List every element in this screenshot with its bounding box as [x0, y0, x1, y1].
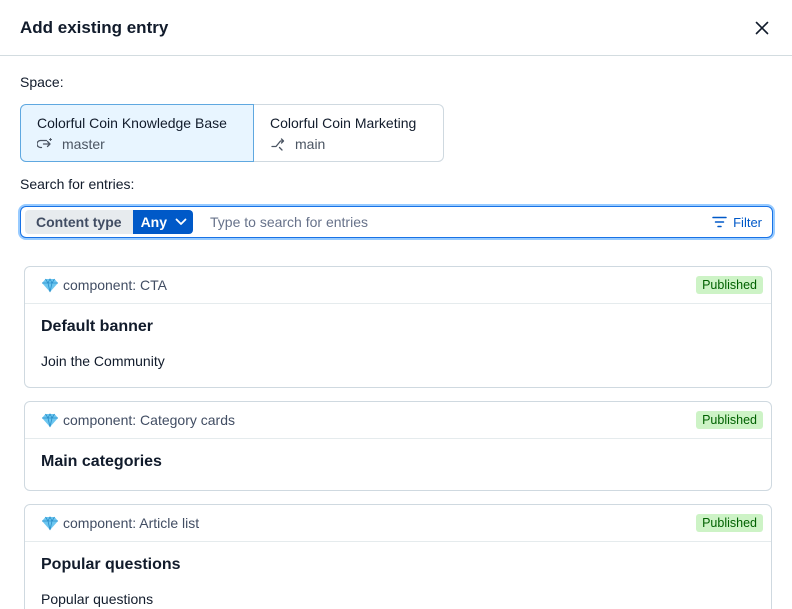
environment-alias-icon [37, 137, 53, 149]
status-badge: Published [696, 411, 763, 429]
environment-name: main [295, 136, 326, 152]
content-type-label: Content type [25, 210, 133, 234]
entry-title: Default banner [41, 318, 154, 335]
status-badge: Published [696, 514, 763, 532]
entry-title: Popular questions [41, 556, 181, 573]
entry-content-type: component: Article list [63, 515, 200, 531]
filter-label: Filter [733, 214, 762, 230]
dialog-header: Add existing entry [0, 0, 792, 56]
entry-description: Join the Community [41, 353, 165, 369]
diamond-icon [42, 277, 58, 292]
entry-content-type: component: CTA [63, 277, 168, 293]
space-label: Space: [20, 74, 64, 90]
entry-title: Main categories [41, 453, 162, 470]
space-tab-marketing[interactable]: Colorful Coin Marketing main [254, 104, 444, 162]
entry-description: Popular questions [41, 591, 154, 607]
space-selector: Colorful Coin Knowledge Base master Colo… [20, 104, 444, 162]
entry-card[interactable]: component: Article list Published Popula… [24, 504, 772, 609]
entry-card[interactable]: component: CTA Published Default banner … [24, 266, 772, 388]
environment-branch-icon [271, 138, 285, 151]
space-name: Colorful Coin Knowledge Base [37, 115, 227, 131]
content-type-value: Any [140, 214, 168, 230]
content-type-pill: Content type Any [25, 210, 194, 234]
environment-name: master [62, 136, 105, 152]
diamond-icon [42, 412, 58, 427]
search-bar: Content type Any Filter [20, 206, 773, 238]
close-icon [755, 21, 769, 34]
content-type-dropdown[interactable]: Any [132, 210, 194, 234]
search-input[interactable] [210, 214, 713, 230]
entry-card[interactable]: component: Category cards Published Main… [24, 401, 772, 491]
diamond-icon [42, 515, 58, 530]
space-name: Colorful Coin Marketing [270, 115, 417, 131]
filter-button[interactable]: Filter [712, 215, 762, 230]
entry-content-type: component: Category cards [63, 412, 235, 428]
dialog-title: Add existing entry [20, 17, 169, 37]
space-tab-knowledge-base[interactable]: Colorful Coin Knowledge Base master [20, 104, 254, 162]
close-button[interactable] [750, 16, 774, 40]
chevron-down-icon [175, 218, 187, 225]
status-badge: Published [696, 276, 763, 294]
filter-icon [712, 216, 727, 228]
search-label: Search for entries: [20, 176, 135, 192]
